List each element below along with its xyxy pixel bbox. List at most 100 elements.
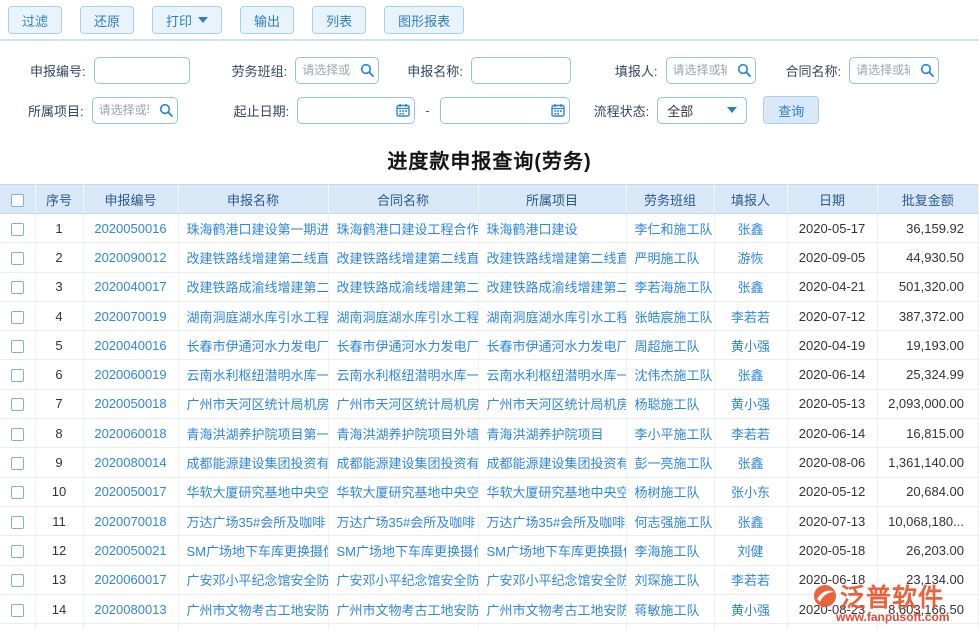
cell-project-link[interactable]: 广安邓小平纪念馆安全防 xyxy=(478,565,626,594)
cell-declare-code-link[interactable]: 2020050021 xyxy=(83,536,178,565)
cell-labor-team-link[interactable]: 张皓宸施工队 xyxy=(626,301,714,330)
select-all-checkbox[interactable] xyxy=(11,194,24,207)
cell-declare-code-link[interactable]: 2020040017 xyxy=(83,272,178,301)
search-icon[interactable] xyxy=(733,58,755,83)
cell-contract-name-link[interactable]: 广州市天河区统计局机房 xyxy=(328,389,478,418)
row-checkbox[interactable] xyxy=(11,340,24,353)
cell-project-link[interactable]: 晟铭园林绿化工程 xyxy=(478,624,626,630)
cell-contract-name-link[interactable]: 晟铭园林绿化工程五标段 xyxy=(328,624,478,630)
cell-labor-team-link[interactable]: 杨树施工队 xyxy=(626,477,714,506)
cell-labor-team-link[interactable]: 刘新荣施工队 xyxy=(626,624,714,630)
cell-contract-name-link[interactable]: 珠海鹤港口建设工程合作 xyxy=(328,214,478,243)
cell-contract-name-link[interactable]: 成都能源建设集团投资有 xyxy=(328,448,478,477)
cell-reporter-link[interactable]: 李若若 xyxy=(714,419,787,448)
cell-declare-name-link[interactable]: 改建铁路成渝线增建第二 xyxy=(178,272,328,301)
cell-reporter-link[interactable]: 游恢 xyxy=(714,243,787,272)
cell-contract-name-link[interactable]: 湖南洞庭湖水库引水工程 xyxy=(328,301,478,330)
labor-team-input[interactable] xyxy=(296,58,356,83)
list-view-button[interactable]: 列表 xyxy=(312,6,366,34)
date-start-input[interactable] xyxy=(298,98,392,123)
cell-declare-code-link[interactable]: 2020040016 xyxy=(83,331,178,360)
row-checkbox[interactable] xyxy=(11,223,24,236)
row-checkbox[interactable] xyxy=(11,311,24,324)
cell-reporter-link[interactable]: 张小东 xyxy=(714,477,787,506)
cell-contract-name-link[interactable]: SM广场地下车库更换摄像 xyxy=(328,536,478,565)
cell-labor-team-link[interactable]: 蒋敏施工队 xyxy=(626,594,714,623)
cell-contract-name-link[interactable]: 长春市伊通河水力发电厂 xyxy=(328,331,478,360)
cell-contract-name-link[interactable]: 广州市文物考古工地安防 xyxy=(328,594,478,623)
cell-labor-team-link[interactable]: 沈伟杰施工队 xyxy=(626,360,714,389)
cell-reporter-link[interactable]: 李若若 xyxy=(714,301,787,330)
search-icon[interactable] xyxy=(155,98,177,123)
cell-declare-code-link[interactable]: 2020070019 xyxy=(83,301,178,330)
cell-labor-team-link[interactable]: 李若海施工队 xyxy=(626,272,714,301)
cell-project-link[interactable]: 广州市天河区统计局机房 xyxy=(478,389,626,418)
cell-declare-code-link[interactable]: 2020090012 xyxy=(83,243,178,272)
cell-declare-name-link[interactable]: 湖南洞庭湖水库引水工程 xyxy=(178,301,328,330)
cell-declare-name-link[interactable]: 广州市文物考古工地安防 xyxy=(178,594,328,623)
cell-labor-team-link[interactable]: 李海施工队 xyxy=(626,536,714,565)
workflow-status-select[interactable]: 全部 xyxy=(657,97,747,124)
reporter-input[interactable] xyxy=(667,58,733,83)
row-checkbox[interactable] xyxy=(11,545,24,558)
cell-contract-name-link[interactable]: 云南水利枢纽潜明水库一 xyxy=(328,360,478,389)
cell-reporter-link[interactable]: 游恢 xyxy=(714,624,787,630)
row-checkbox[interactable] xyxy=(11,252,24,265)
cell-project-link[interactable]: 改建铁路成渝线增建第二 xyxy=(478,272,626,301)
cell-labor-team-link[interactable]: 杨聪施工队 xyxy=(626,389,714,418)
date-end-input[interactable] xyxy=(441,98,547,123)
cell-declare-code-link[interactable]: 2020050019 xyxy=(83,624,178,630)
cell-declare-code-link[interactable]: 2020070018 xyxy=(83,506,178,535)
cell-labor-team-link[interactable]: 李仁和施工队 xyxy=(626,214,714,243)
cell-declare-name-link[interactable]: 改建铁路线增建第二线直 xyxy=(178,243,328,272)
cell-labor-team-link[interactable]: 周超施工队 xyxy=(626,331,714,360)
cell-reporter-link[interactable]: 黄小强 xyxy=(714,389,787,418)
cell-project-link[interactable]: 万达广场35#会所及咖啡 xyxy=(478,506,626,535)
print-button[interactable]: 打印 xyxy=(152,6,222,34)
cell-declare-code-link[interactable]: 2020050016 xyxy=(83,214,178,243)
cell-declare-code-link[interactable]: 2020050018 xyxy=(83,389,178,418)
contract-name-input[interactable] xyxy=(850,58,916,83)
cell-reporter-link[interactable]: 黄小强 xyxy=(714,331,787,360)
cell-labor-team-link[interactable]: 李小平施工队 xyxy=(626,419,714,448)
search-icon[interactable] xyxy=(916,58,938,83)
cell-project-link[interactable]: 长春市伊通河水力发电厂 xyxy=(478,331,626,360)
cell-project-link[interactable]: 珠海鹤港口建设 xyxy=(478,214,626,243)
cell-declare-code-link[interactable]: 2020060017 xyxy=(83,565,178,594)
cell-declare-name-link[interactable]: 云南水利枢纽潜明水库一 xyxy=(178,360,328,389)
cell-project-link[interactable]: 改建铁路线增建第二线直 xyxy=(478,243,626,272)
cell-reporter-link[interactable]: 黄小强 xyxy=(714,594,787,623)
calendar-icon[interactable] xyxy=(547,98,569,123)
chart-report-button[interactable]: 图形报表 xyxy=(384,6,464,34)
cell-declare-name-link[interactable]: 广州市天河区统计局机房 xyxy=(178,389,328,418)
cell-declare-name-link[interactable]: 华软大厦研究基地中央空 xyxy=(178,477,328,506)
cell-contract-name-link[interactable]: 改建铁路线增建第二线直 xyxy=(328,243,478,272)
cell-reporter-link[interactable]: 张鑫 xyxy=(714,448,787,477)
cell-project-link[interactable]: 青海洪湖养护院项目 xyxy=(478,419,626,448)
cell-reporter-link[interactable]: 张鑫 xyxy=(714,214,787,243)
cell-labor-team-link[interactable]: 彭一亮施工队 xyxy=(626,448,714,477)
cell-contract-name-link[interactable]: 华软大厦研究基地中央空 xyxy=(328,477,478,506)
declare-name-input[interactable] xyxy=(472,58,570,83)
row-checkbox[interactable] xyxy=(11,428,24,441)
cell-contract-name-link[interactable]: 改建铁路成渝线增建第二 xyxy=(328,272,478,301)
cell-declare-code-link[interactable]: 2020060019 xyxy=(83,360,178,389)
search-icon[interactable] xyxy=(356,58,378,83)
cell-declare-name-link[interactable]: 晟铭园林绿化工程进度款 xyxy=(178,624,328,630)
cell-labor-team-link[interactable]: 何志强施工队 xyxy=(626,506,714,535)
cell-declare-name-link[interactable]: 长春市伊通河水力发电厂 xyxy=(178,331,328,360)
row-checkbox[interactable] xyxy=(11,604,24,617)
row-checkbox[interactable] xyxy=(11,281,24,294)
cell-declare-name-link[interactable]: 成都能源建设集团投资有 xyxy=(178,448,328,477)
filter-button[interactable]: 过滤 xyxy=(8,6,62,34)
cell-declare-code-link[interactable]: 2020080013 xyxy=(83,594,178,623)
row-checkbox[interactable] xyxy=(11,398,24,411)
cell-project-link[interactable]: 云南水利枢纽潜明水库一 xyxy=(478,360,626,389)
cell-reporter-link[interactable]: 刘健 xyxy=(714,536,787,565)
cell-declare-code-link[interactable]: 2020050017 xyxy=(83,477,178,506)
cell-project-link[interactable]: 广州市文物考古工地安防 xyxy=(478,594,626,623)
cell-labor-team-link[interactable]: 严明施工队 xyxy=(626,243,714,272)
restore-button[interactable]: 还原 xyxy=(80,6,134,34)
cell-reporter-link[interactable]: 张鑫 xyxy=(714,272,787,301)
project-input[interactable] xyxy=(93,98,155,123)
